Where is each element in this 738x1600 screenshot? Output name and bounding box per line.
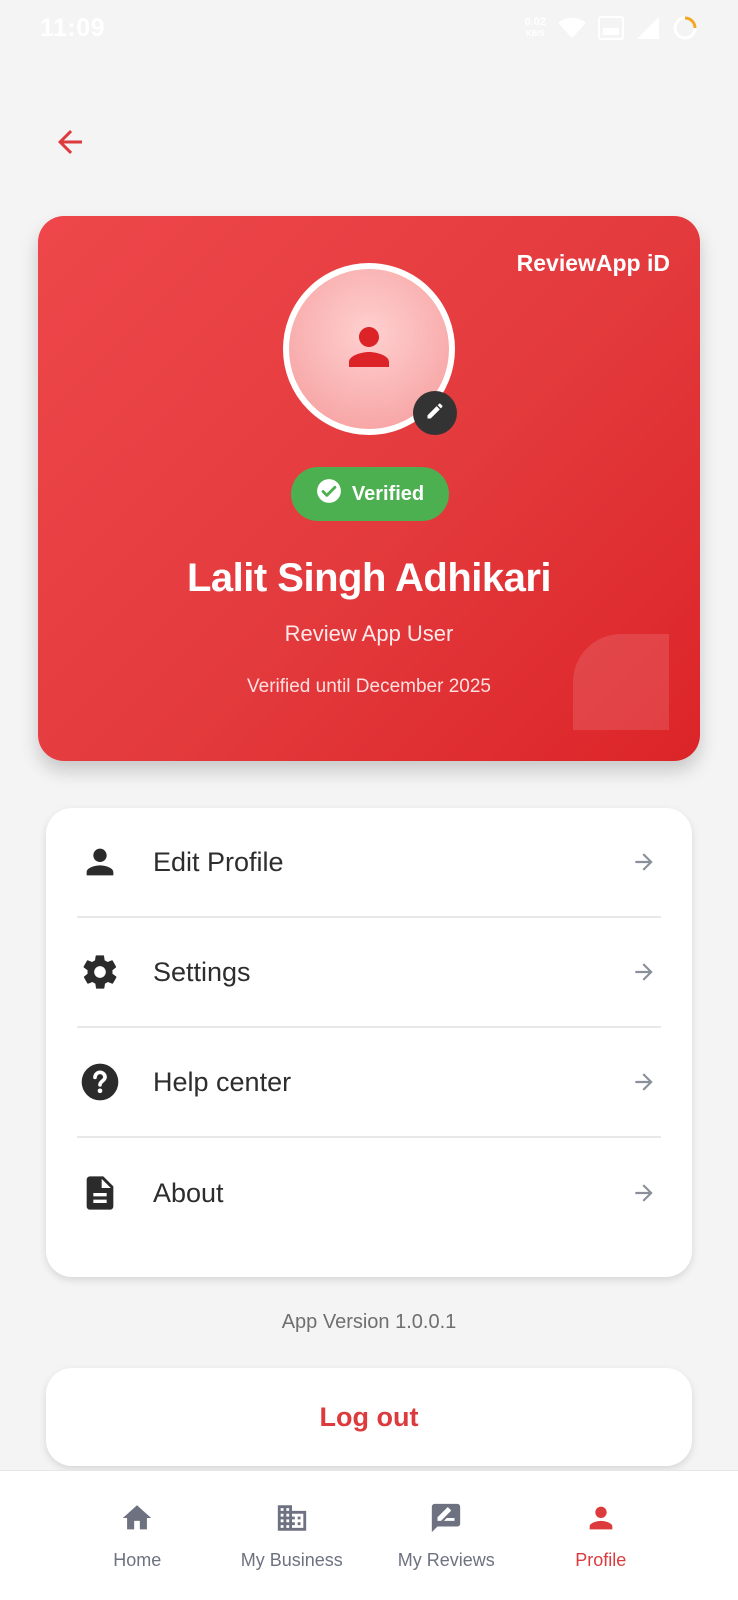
menu-item-edit-profile[interactable]: Edit Profile	[77, 808, 661, 918]
arrow-right-icon	[629, 1178, 659, 1208]
bottom-navigation: Home My Business My Reviews Profile	[0, 1470, 738, 1600]
menu-item-help-center[interactable]: Help center	[77, 1028, 661, 1138]
home-icon	[120, 1501, 154, 1540]
arrow-right-icon	[629, 1067, 659, 1097]
person-icon	[339, 317, 399, 382]
avatar-container	[283, 263, 457, 435]
menu-item-label: Help center	[153, 1066, 292, 1097]
network-speed-value: 0.02	[524, 16, 546, 28]
signal-icon	[636, 16, 660, 40]
menu-item-label: About	[153, 1177, 224, 1208]
id-card-brand: ReviewApp iD	[516, 250, 670, 276]
business-icon	[275, 1501, 309, 1540]
arrow-right-icon	[629, 847, 659, 877]
verified-badge-label: Verified	[351, 482, 425, 505]
card-decoration	[573, 634, 669, 730]
person-icon	[77, 839, 123, 885]
nav-item-home[interactable]: Home	[67, 1471, 207, 1600]
arrow-left-icon	[52, 124, 88, 165]
battery-icon	[672, 15, 698, 41]
menu-item-settings[interactable]: Settings	[77, 918, 661, 1028]
user-name: Lalit Singh Adhikari	[186, 556, 552, 600]
volte-icon	[598, 16, 624, 40]
status-time: 11:09	[40, 13, 106, 42]
menu-item-label: Settings	[153, 956, 251, 987]
reviews-icon	[429, 1501, 463, 1540]
nav-item-label: My Business	[240, 1550, 343, 1570]
check-circle-icon	[316, 478, 342, 510]
menu-item-about[interactable]: About	[77, 1138, 661, 1248]
gear-icon	[77, 949, 123, 995]
nav-item-label: Home	[113, 1550, 162, 1570]
nav-item-label: Profile	[575, 1550, 627, 1570]
status-icons: 0.02 KB/S	[525, 15, 698, 41]
nav-item-my-reviews[interactable]: My Reviews	[376, 1471, 516, 1600]
app-version: App Version 1.0.0.1	[281, 1311, 457, 1333]
logout-button[interactable]: Log out	[46, 1368, 692, 1466]
network-speed: 0.02 KB/S	[525, 17, 546, 39]
verified-badge: Verified	[291, 467, 449, 521]
pencil-icon	[425, 401, 445, 426]
network-speed-unit: KB/S	[525, 29, 545, 38]
arrow-right-icon	[629, 957, 659, 987]
menu-item-label: Edit Profile	[153, 846, 284, 877]
id-card: ReviewApp iD Verified Lalit Singh Adhika…	[38, 216, 700, 761]
help-icon	[77, 1059, 123, 1105]
edit-avatar-button[interactable]	[413, 391, 457, 435]
profile-menu: Edit Profile Settings Help center About	[46, 808, 692, 1277]
profile-icon	[584, 1501, 618, 1540]
nav-item-my-business[interactable]: My Business	[222, 1471, 362, 1600]
back-button[interactable]	[48, 122, 92, 166]
status-bar: 11:09 0.02 KB/S	[0, 0, 738, 56]
wifi-icon	[558, 17, 586, 39]
nav-item-profile[interactable]: Profile	[531, 1471, 671, 1600]
document-icon	[77, 1170, 123, 1216]
nav-item-label: My Reviews	[397, 1550, 495, 1570]
